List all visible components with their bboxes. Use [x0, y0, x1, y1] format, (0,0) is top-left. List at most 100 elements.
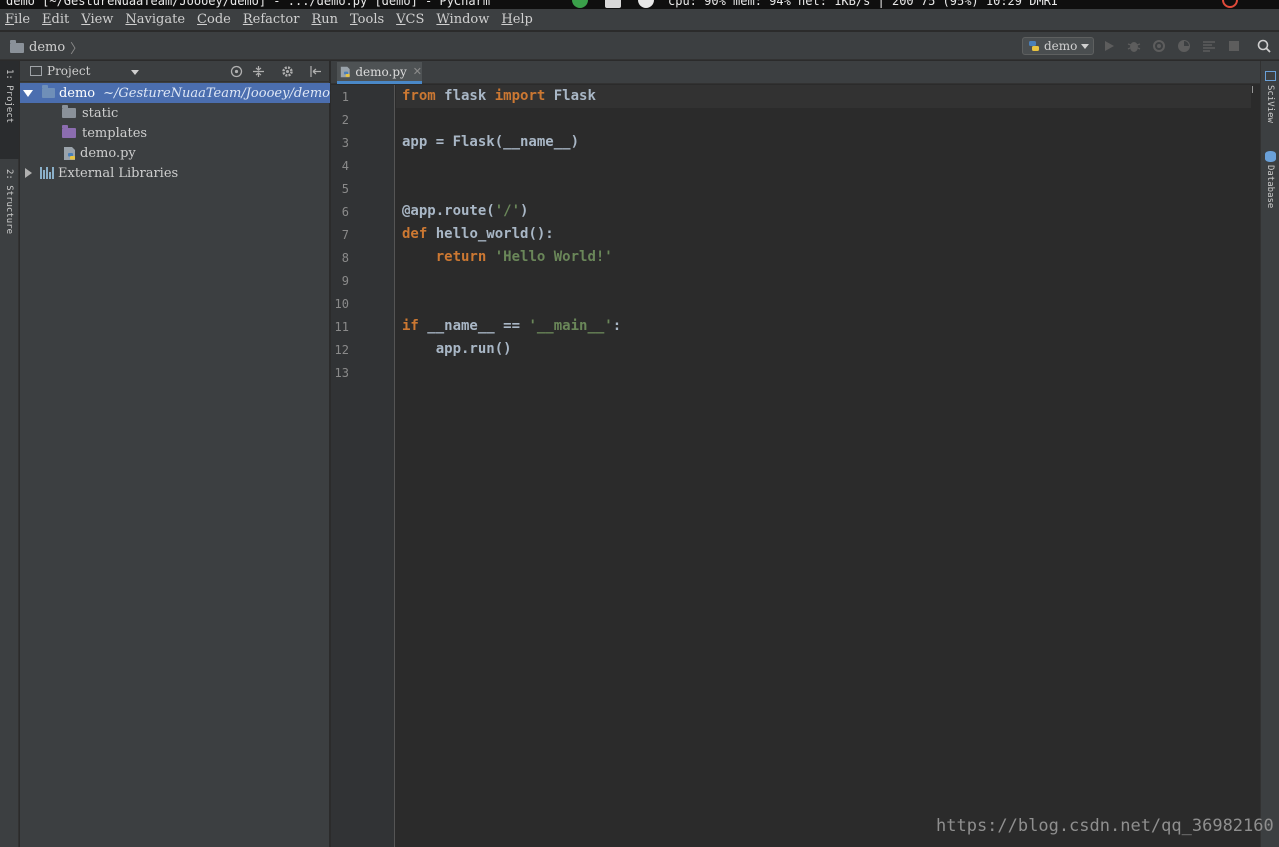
tree-item-templates[interactable]: templates	[20, 123, 330, 143]
project-panel-header: Project	[20, 61, 330, 82]
folder-icon	[62, 105, 76, 118]
menu-navigate[interactable]: Navigate	[125, 12, 185, 27]
code-token: __name__ ==	[418, 318, 529, 334]
navigation-bar: demo 〉 demo	[0, 32, 1279, 60]
tree-item-external-libraries[interactable]: External Libraries	[20, 163, 330, 183]
code-token: app = Flask(__name__)	[402, 134, 580, 150]
run-icon[interactable]	[1102, 39, 1116, 53]
system-top-bar: demo [~/GestureNuaaTeam/Joooey/demo] - .…	[0, 0, 1279, 9]
menu-label: efactor	[252, 12, 300, 27]
menu-label: dit	[51, 12, 70, 27]
line-number: 11	[334, 320, 349, 334]
menu-vcs[interactable]: VCS	[396, 12, 424, 27]
project-view-selector[interactable]: Project	[30, 64, 90, 78]
tree-item-label: static	[82, 105, 119, 121]
project-panel-title: Project	[47, 64, 91, 78]
run-coverage-icon[interactable]	[1152, 39, 1166, 53]
search-icon[interactable]	[1257, 39, 1271, 53]
hide-panel-icon[interactable]	[309, 65, 322, 78]
menu-edit[interactable]: Edit	[42, 12, 69, 27]
menu-mnemonic: H	[501, 12, 513, 27]
menu-file[interactable]: File	[5, 12, 30, 27]
menu-mnemonic: E	[42, 12, 52, 27]
code-line: @app.route('/')	[402, 200, 528, 223]
menu-code[interactable]: Code	[197, 12, 231, 27]
locate-icon[interactable]	[230, 65, 243, 78]
profile-icon[interactable]	[1177, 39, 1191, 53]
watermark: https://blog.csdn.net/qq_36982160	[936, 816, 1274, 836]
menu-mnemonic: V	[396, 12, 406, 27]
code-token: '/'	[494, 203, 521, 219]
menu-view[interactable]: View	[81, 12, 113, 27]
breadcrumb[interactable]: demo 〉	[10, 38, 83, 57]
libraries-icon	[40, 167, 54, 179]
menu-mnemonic: C	[197, 12, 207, 27]
menu-label: ode	[207, 12, 231, 27]
python-file-icon	[340, 66, 350, 77]
left-tool-strip: 1: Project 2: Structure	[0, 61, 19, 847]
right-tool-strip: SciView Database	[1260, 61, 1279, 847]
gear-icon[interactable]	[281, 65, 294, 78]
tab-demo-py[interactable]: demo.py ✕	[337, 62, 422, 84]
run-config-select[interactable]: demo	[1022, 37, 1094, 55]
menu-mnemonic: T	[350, 12, 358, 27]
tab-label: demo.py	[355, 64, 407, 79]
collapse-all-icon[interactable]	[252, 65, 265, 78]
tool-tab-project[interactable]: 1: Project	[0, 61, 19, 159]
menu-mnemonic: N	[125, 12, 137, 27]
menu-window[interactable]: Window	[436, 12, 489, 27]
code-token: :	[612, 318, 622, 334]
window-title: demo [~/GestureNuaaTeam/Joooey/demo] - .…	[6, 0, 491, 8]
editor-tab-bar: demo.py ✕ II	[331, 61, 1260, 96]
menu-label: elp	[512, 12, 533, 27]
line-number: 3	[341, 136, 349, 150]
menu-run[interactable]: Run	[311, 12, 338, 27]
code-token: )	[520, 203, 529, 219]
line-number: 10	[334, 297, 349, 311]
power-icon[interactable]	[1222, 0, 1238, 8]
code-line: def hello_world():	[402, 223, 554, 246]
tree-item-label: demo	[58, 85, 96, 101]
app-icon	[605, 0, 621, 8]
tree-item-demo-root[interactable]: demo ~/GestureNuaaTeam/Joooey/demo	[20, 83, 330, 103]
tree-item-label: demo.py	[80, 145, 136, 161]
menu-mnemonic: F	[5, 12, 15, 27]
menu-refactor[interactable]: Refactor	[243, 12, 300, 27]
tree-item-demo-py[interactable]: demo.py	[20, 143, 330, 163]
tool-tab-sciview[interactable]: SciView	[1261, 71, 1279, 135]
menu-tools[interactable]: Tools	[350, 12, 384, 27]
tool-tab-structure[interactable]: 2: Structure	[0, 165, 19, 255]
menu-help[interactable]: Help	[501, 12, 533, 27]
code-token: if	[402, 318, 419, 334]
code-line: from flask import Flask	[402, 85, 596, 108]
concurrency-icon[interactable]	[1202, 39, 1216, 53]
chevron-down-icon[interactable]	[23, 89, 33, 97]
code-editor[interactable]: from flask import Flask app = Flask(__na…	[402, 85, 1260, 847]
line-number: 13	[334, 366, 349, 380]
update-icon	[572, 0, 588, 8]
python-file-icon	[64, 146, 75, 160]
debug-icon[interactable]	[1127, 39, 1141, 53]
menu-bar: File Edit View Navigate Code Refactor Ru…	[0, 9, 1279, 31]
code-token: return	[402, 249, 487, 265]
line-number: 12	[334, 343, 349, 357]
chevron-down-icon[interactable]	[131, 70, 139, 75]
chevron-right-icon[interactable]	[25, 168, 32, 178]
close-icon[interactable]: ✕	[413, 65, 422, 78]
tool-tab-database[interactable]: Database	[1261, 151, 1279, 215]
menu-label: ools	[357, 12, 385, 27]
code-token: Flask	[545, 88, 596, 104]
code-line: app.run()	[402, 338, 512, 361]
chat-icon	[638, 0, 654, 8]
stop-icon[interactable]	[1227, 39, 1241, 53]
code-token: from	[402, 88, 436, 104]
tree-item-static[interactable]: static	[20, 103, 330, 123]
code-token: app.run()	[402, 341, 512, 357]
menu-label: CS	[405, 12, 425, 27]
code-token: @app.route(	[402, 203, 495, 219]
code-token: hello_world():	[427, 226, 554, 242]
code-line: return 'Hello World!'	[402, 246, 613, 269]
table-icon	[1265, 71, 1276, 81]
line-number: 8	[341, 251, 349, 265]
system-status: cpu: 90% mem: 94% net: 1KB/s | 200 75 (9…	[668, 0, 1059, 8]
